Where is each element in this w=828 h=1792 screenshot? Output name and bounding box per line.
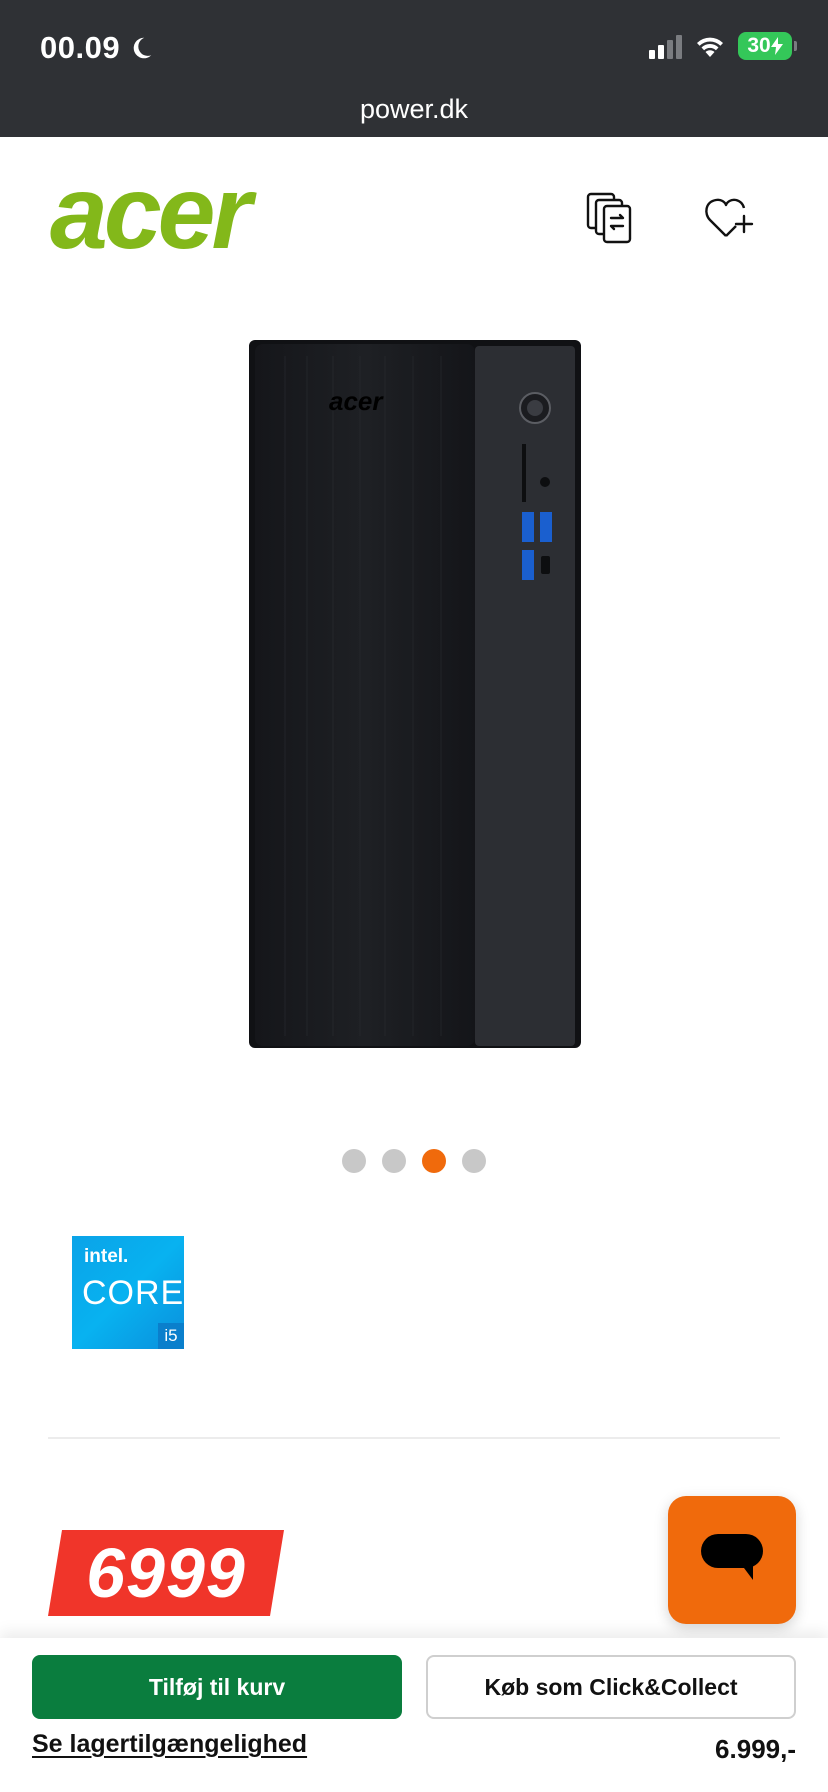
compare-button[interactable] [584,190,634,246]
intel-core-badge: intel. CORE i5 [72,1236,184,1349]
carousel-dot[interactable] [462,1149,486,1173]
divider [48,1437,780,1439]
time-text: 00.09 [40,30,121,65]
intel-brand-text: intel. [84,1246,129,1267]
intel-tier-text: i5 [158,1323,184,1349]
wifi-icon [697,37,723,57]
moon-icon [133,37,152,59]
click-collect-label: Køb som Click&Collect [484,1673,738,1700]
heart-plus-icon [705,198,754,237]
cellular-signal-icon [649,33,682,59]
address-bar[interactable]: power.dk [0,94,828,125]
device-logo: acer [329,386,384,416]
battery-level: 30 [747,34,771,57]
clock: 00.09 [40,30,154,66]
price-tag-value: 6999 [86,1534,246,1612]
charging-bolt-icon [770,37,783,55]
add-to-cart-label: Tilføj til kurv [148,1673,286,1700]
carousel-indicator [342,1149,486,1173]
stock-availability-link[interactable]: Se lagertilgængelighed [32,1730,307,1759]
chat-bubble-icon [701,1534,763,1580]
click-collect-button[interactable]: Køb som Click&Collect [426,1655,796,1719]
desktop-tower-image: acer [249,340,581,1048]
status-icons: 30 [649,32,797,60]
chat-button[interactable] [668,1496,796,1624]
add-to-cart-button[interactable]: Tilføj til kurv [32,1655,402,1719]
wishlist-button[interactable] [704,194,756,242]
price-tag: 6999 [48,1530,284,1616]
url-text: power.dk [359,94,469,124]
bottom-action-bar: Tilføj til kurv Køb som Click&Collect Se… [0,1638,828,1792]
carousel-dot-active[interactable] [422,1149,446,1173]
carousel-dot[interactable] [342,1149,366,1173]
battery-indicator: 30 [738,32,797,60]
compare-icon [586,192,632,244]
product-image[interactable]: acer [245,336,585,1052]
logo-text: acer [50,168,258,258]
intel-core-text: CORE [82,1274,185,1312]
acer-logo[interactable]: acer [50,155,320,271]
carousel-dot[interactable] [382,1149,406,1173]
status-bar: 00.09 30 power.dk [0,0,828,137]
price-display: 6.999,- [715,1734,796,1764]
